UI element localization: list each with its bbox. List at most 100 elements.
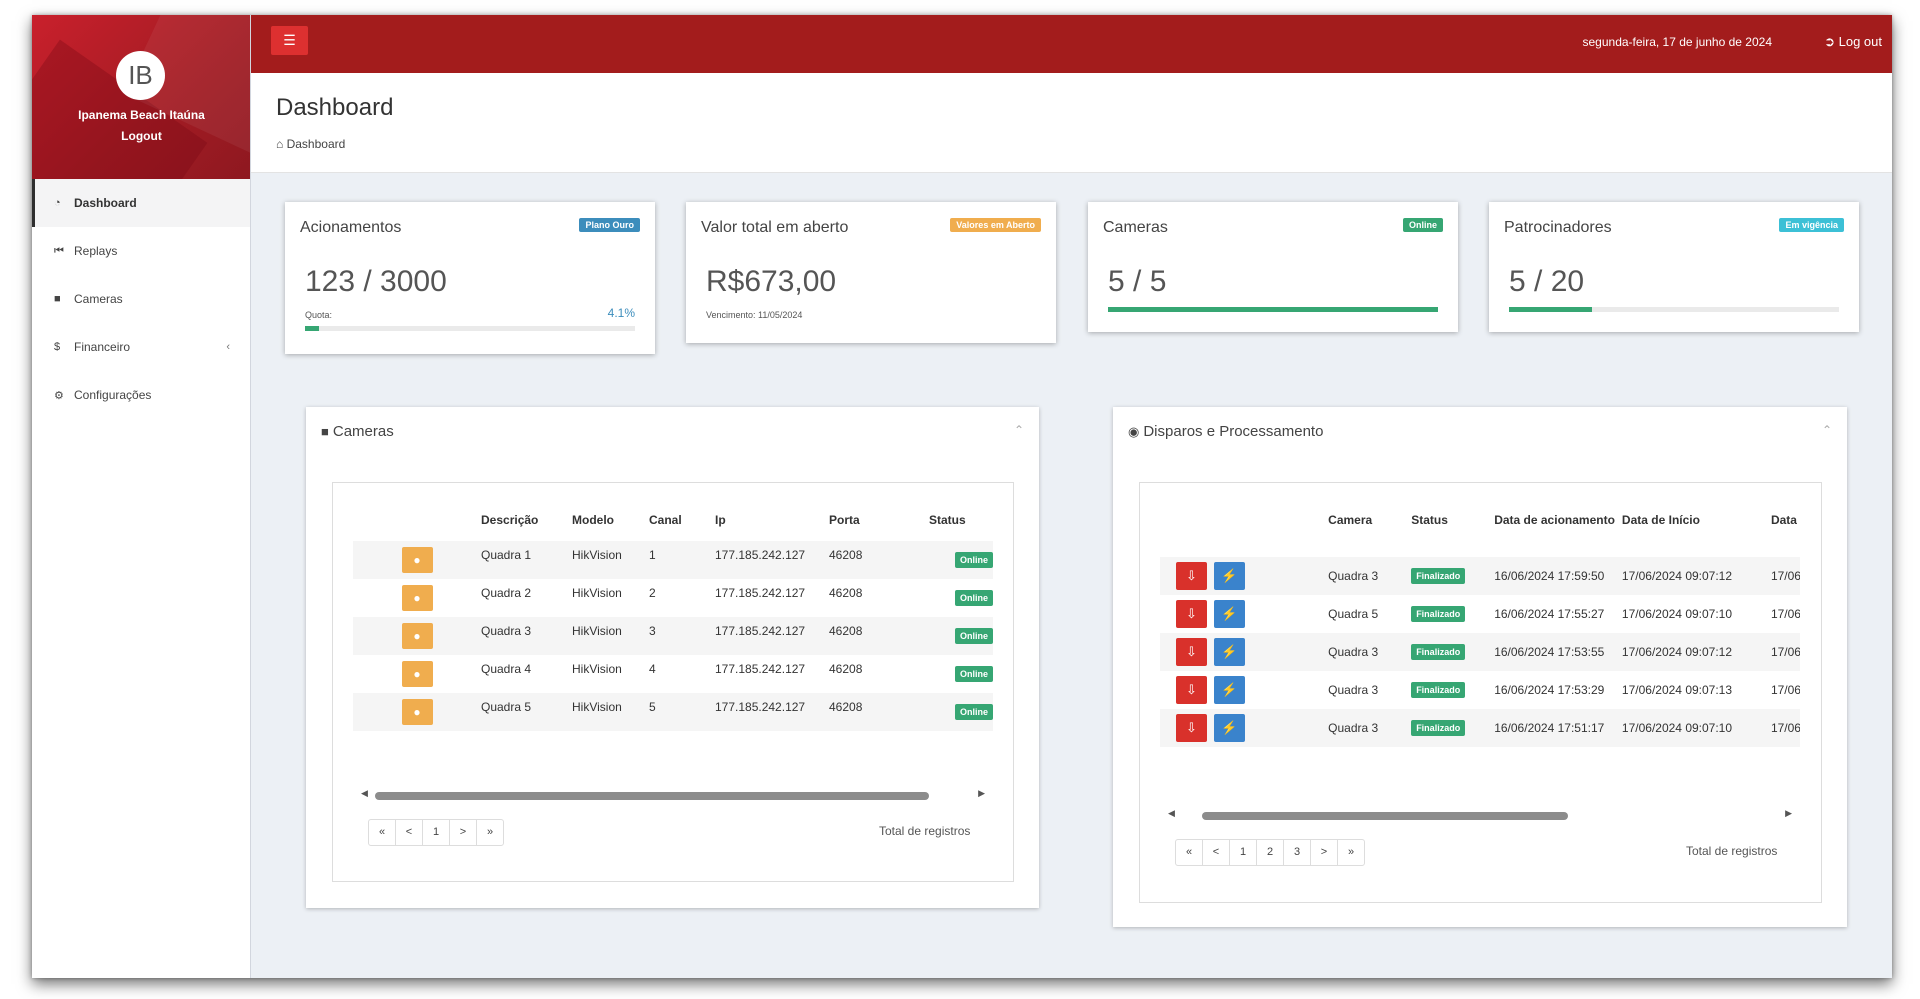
page-link[interactable]: « (368, 819, 396, 846)
sidebar-item-replays[interactable]: ⏮ Replays (32, 227, 250, 275)
bolt-icon: ⚡ (1221, 606, 1238, 621)
col-canal[interactable]: Canal (649, 513, 715, 541)
cell-data-inicio: 17/06/2024 09:07:12 (1621, 645, 1733, 659)
pagination: «<1 2 3 >» (1175, 839, 1365, 866)
page-link[interactable]: 3 (1283, 839, 1311, 866)
cell-data-finalizacao: 17/06/2 (1770, 645, 1800, 659)
trigger-button[interactable]: ⚡ (1213, 638, 1245, 666)
page-link[interactable]: > (1310, 839, 1338, 866)
status-badge: Finalizado (1411, 568, 1466, 584)
page-link[interactable]: 1 (422, 819, 450, 846)
cell-data-acionamento: 16/06/2024 17:51:17 (1494, 721, 1605, 735)
download-button[interactable]: ⇩ (1176, 714, 1207, 742)
cameras-table: Descrição Modelo Canal Ip Porta Status ●… (353, 513, 993, 731)
status-badge: Online (954, 704, 993, 720)
sidebar-logout-link[interactable]: Logout (32, 129, 250, 143)
page-link[interactable]: » (1337, 839, 1365, 866)
pagination: «<1 >» (368, 819, 504, 846)
trigger-button[interactable]: ⚡ (1213, 600, 1245, 628)
scrollbar-thumb[interactable] (375, 792, 929, 800)
col-data-acionamento[interactable]: Data de acionamento (1494, 513, 1622, 557)
cell-ip: 177.185.242.127 (715, 662, 806, 676)
chevron-up-icon: ⌃ (1821, 423, 1832, 437)
bolt-icon: ⚡ (1221, 568, 1238, 583)
snapshot-button[interactable]: ● (401, 699, 433, 725)
scroll-right-arrow-icon[interactable]: ▶ (1785, 808, 1792, 819)
table-row: ⇩ ⚡ Quadra 5 Finalizado 16/06/2024 17:55:27… (1160, 595, 1800, 633)
bolt-icon: ⚡ (1221, 720, 1238, 735)
status-badge: Finalizado (1411, 606, 1466, 622)
download-icon: ⇩ (1186, 720, 1197, 735)
col-descricao[interactable]: Descrição (481, 513, 572, 541)
col-porta[interactable]: Porta (829, 513, 929, 541)
col-status[interactable]: Status (1411, 513, 1494, 557)
horizontal-scrollbar[interactable]: ◀ ▶ (353, 788, 993, 802)
stat-title: Cameras (1103, 219, 1168, 236)
sidebar-item-dashboard[interactable]: ◔ Dashboard (32, 179, 250, 227)
scroll-right-arrow-icon[interactable]: ▶ (978, 788, 985, 799)
scrollbar-thumb[interactable] (1202, 812, 1568, 820)
cell-data-acionamento: 16/06/2024 17:59:50 (1494, 569, 1605, 583)
sidebar-item-financeiro[interactable]: $ Financeiro ‹ (32, 323, 250, 371)
download-button[interactable]: ⇩ (1176, 600, 1207, 628)
sidebar-item-cameras[interactable]: ■ Cameras (32, 275, 250, 323)
camera-icon: ● (413, 667, 421, 681)
collapse-button[interactable]: ⌃ (1822, 423, 1832, 437)
status-badge: Finalizado (1411, 644, 1466, 660)
page-link[interactable]: » (476, 819, 504, 846)
quota-label: Quota: (305, 310, 333, 320)
plan-badge: Plano Ouro (579, 218, 640, 232)
panel-title: ◉ Disparos e Processamento (1128, 423, 1324, 440)
hamburger-icon: ☰ (283, 32, 296, 48)
page-link[interactable]: > (449, 819, 477, 846)
download-button[interactable]: ⇩ (1176, 562, 1207, 590)
col-data-inicio[interactable]: Data de Início (1622, 513, 1771, 557)
scroll-left-arrow-icon[interactable]: ◀ (361, 788, 368, 799)
page-link[interactable]: < (395, 819, 423, 846)
cell-data-acionamento: 16/06/2024 17:53:55 (1494, 645, 1605, 659)
cell-data-inicio: 17/06/2024 09:07:10 (1621, 721, 1733, 735)
total-records-label: Total de registros (879, 824, 971, 838)
cell-data-inicio: 17/06/2024 09:07:10 (1621, 607, 1733, 621)
dot-circle-icon: ◉ (1128, 424, 1140, 439)
scroll-left-arrow-icon[interactable]: ◀ (1168, 808, 1175, 819)
col-camera[interactable]: Camera (1328, 513, 1411, 557)
trigger-button[interactable]: ⚡ (1213, 562, 1245, 590)
snapshot-button[interactable]: ● (401, 585, 433, 611)
trigger-button[interactable]: ⚡ (1213, 714, 1245, 742)
cell-data-finalizacao: 17/06/2 (1770, 569, 1800, 583)
page-link[interactable]: « (1175, 839, 1203, 866)
video-camera-icon: ■ (321, 424, 329, 439)
page-link[interactable]: < (1202, 839, 1230, 866)
sidebar-toggle-button[interactable]: ☰ (271, 26, 308, 55)
horizontal-scrollbar[interactable]: ◀ ▶ (1160, 808, 1800, 822)
top-navbar: ☰ segunda-feira, 17 de junho de 2024 ➲ L… (251, 15, 1892, 73)
disparos-table-scroll: Camera Status Data de acionamento Data d… (1160, 513, 1800, 813)
status-badge: Online (954, 590, 993, 606)
col-status[interactable]: Status (929, 513, 993, 541)
user-name: Ipanema Beach Itaúna (78, 108, 205, 122)
page-link[interactable]: 2 (1256, 839, 1284, 866)
download-button[interactable]: ⇩ (1176, 638, 1207, 666)
cell-descricao: Quadra 4 (481, 662, 532, 676)
cell-canal: 4 (649, 662, 656, 676)
snapshot-button[interactable]: ● (401, 547, 433, 573)
cell-porta: 46208 (829, 700, 863, 714)
status-badge: Finalizado (1411, 682, 1466, 698)
camera-icon: ● (413, 629, 421, 643)
download-button[interactable]: ⇩ (1176, 676, 1207, 704)
col-data-finalizacao[interactable]: Data de Finaliza (1771, 513, 1800, 557)
col-modelo[interactable]: Modelo (572, 513, 649, 541)
logout-button[interactable]: ➲ Log out (1824, 34, 1882, 50)
snapshot-button[interactable]: ● (401, 623, 433, 649)
bolt-icon: ⚡ (1221, 644, 1238, 659)
breadcrumb-item-dashboard[interactable]: Dashboard (287, 137, 346, 151)
trigger-button[interactable]: ⚡ (1213, 676, 1245, 704)
sidebar-item-label: Replays (74, 244, 118, 258)
page-link[interactable]: 1 (1229, 839, 1257, 866)
col-ip[interactable]: Ip (715, 513, 829, 541)
sidebar-item-configuracoes[interactable]: ⚙ Configurações (32, 371, 250, 419)
stat-acionamentos: Acionamentos Plano Ouro 123 / 3000 Quota… (285, 202, 655, 354)
collapse-button[interactable]: ⌃ (1014, 423, 1024, 437)
snapshot-button[interactable]: ● (401, 661, 433, 687)
